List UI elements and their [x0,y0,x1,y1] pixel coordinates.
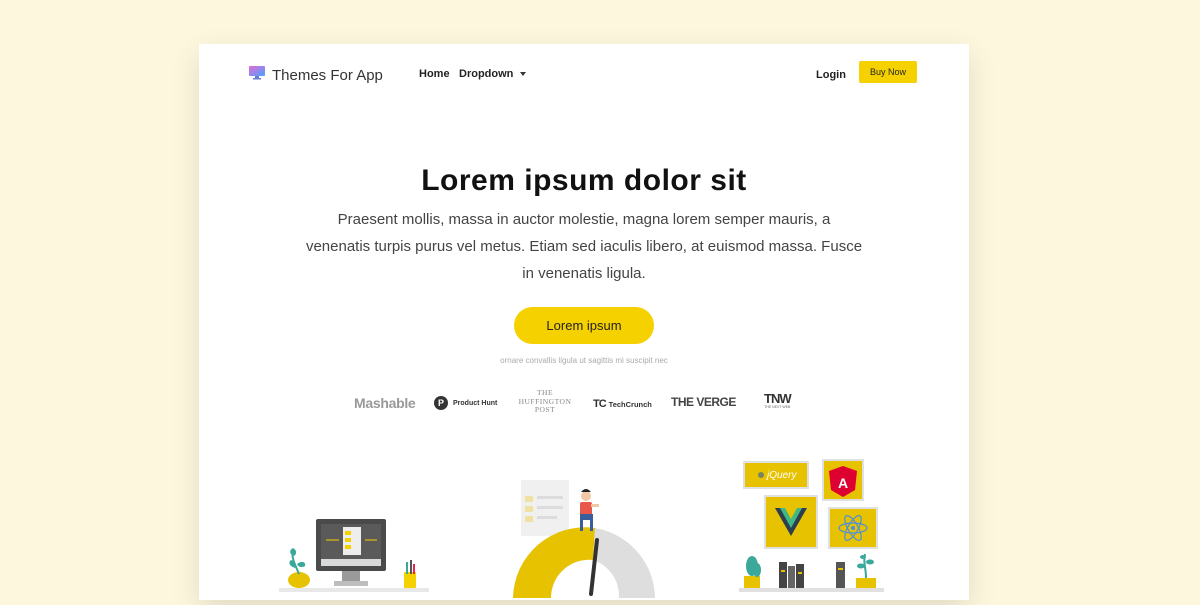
brand[interactable]: Themes For App [249,66,383,85]
techcrunch-label: TechCrunch [608,399,652,409]
tech-shelf-illustration: jQuery A [739,458,889,600]
tnw-mark: TNW [764,391,792,406]
monitor-icon [249,66,265,85]
producthunt-mark: P [434,396,448,410]
mashable-logo: Mashable [354,395,416,411]
nav-home-link[interactable]: Home [419,68,450,80]
huffington-logo: THE HUFFINGTON POST [513,388,577,415]
speedometer-illustration [509,476,659,600]
hero-title: Lorem ipsum dolor sit [421,164,747,197]
landing-page: Themes For App Home Dropdown Login Buy N… [199,44,969,600]
techcrunch-mark: TC [593,398,607,410]
hero-subtitle: Praesent mollis, massa in auctor molesti… [305,211,863,282]
producthunt-logo: P Product Hunt [434,396,497,410]
producthunt-label: Product Hunt [453,399,498,407]
nav-dropdown-label: Dropdown [459,68,514,80]
angular-label: A [838,475,848,491]
desktop-illustration [279,514,439,600]
tnw-sub: THE NEXT WEB [764,405,791,409]
techcrunch-logo: TC TechCrunch [593,398,652,410]
brand-name: Themes For App [272,67,383,84]
buy-now-button[interactable]: Buy Now [859,61,917,83]
plant-pot-left [288,572,310,588]
tnw-logo: TNW THE NEXT WEB [764,391,792,409]
caret-down-icon [520,72,527,76]
jquery-label: jQuery [765,470,797,481]
login-link[interactable]: Login [816,69,846,81]
hero-cta-button[interactable]: Lorem ipsum [514,307,654,344]
press-logos: Mashable P Product Hunt THE HUFFINGTON P… [199,388,969,419]
huffington-line-3: POST [534,405,556,414]
hero-note: ornare convallis ligula ut sagittis mi s… [500,356,668,365]
nav-dropdown[interactable]: Dropdown [459,68,527,80]
verge-logo: THE VERGE [671,395,736,409]
